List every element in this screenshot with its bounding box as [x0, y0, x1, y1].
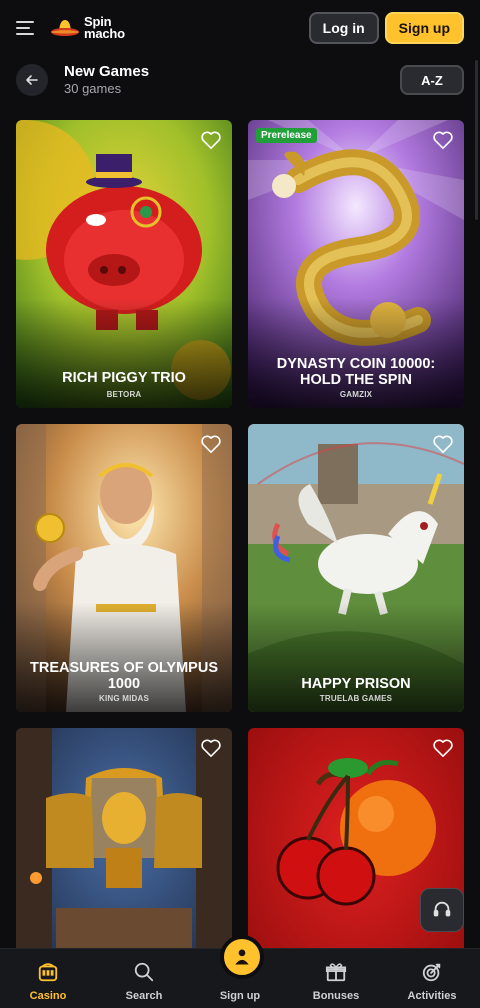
login-button[interactable]: Log in [308, 12, 379, 44]
nav-label: Search [125, 990, 163, 1002]
slot-machine-icon [38, 963, 58, 982]
game-provider: GAMZIX [339, 390, 373, 399]
game-provider: KING MIDAS [99, 694, 149, 703]
game-title: DYNASTY COIN 10000: HOLD THE SPIN [276, 356, 436, 388]
headset-icon [433, 901, 451, 917]
bottom-navigation: Casino Search Sign up Bonuses Activities [0, 935, 480, 1008]
nav-activities[interactable]: Activities [384, 949, 480, 1008]
games-grid: RICH PIGGY TRIO BETORA Prerelease DYNAST… [16, 120, 464, 1008]
top-header: Spin macho Log in Sign up [0, 0, 480, 56]
hamburger-menu-icon[interactable] [16, 16, 40, 40]
support-chat-button[interactable] [420, 888, 464, 932]
arrow-left-icon [26, 75, 38, 85]
search-icon [134, 962, 154, 982]
favorite-heart-icon[interactable] [200, 130, 222, 150]
scrollbar[interactable] [475, 60, 478, 220]
logo[interactable]: Spin macho [50, 14, 125, 41]
game-card[interactable]: Prerelease DYNASTY COIN 10000: HOLD THE … [248, 120, 464, 408]
game-title: TREASURES OF OLYMPUS 1000 [30, 660, 218, 692]
game-provider: BETORA [106, 390, 142, 399]
user-plus-icon [235, 949, 249, 965]
game-provider: TRUELAB GAMES [319, 694, 393, 703]
favorite-heart-icon[interactable] [200, 738, 222, 758]
prerelease-badge: Prerelease [256, 128, 317, 143]
category-header: New Games 30 games A-Z [16, 62, 464, 98]
signup-button[interactable]: Sign up [384, 12, 464, 44]
game-card[interactable]: HAPPY PRISON TRUELAB GAMES [248, 424, 464, 712]
favorite-heart-icon[interactable] [432, 738, 454, 758]
nav-label: Bonuses [312, 990, 360, 1002]
nav-casino[interactable]: Casino [0, 949, 96, 1008]
nav-label: Sign up [219, 990, 261, 1002]
nav-label: Casino [29, 990, 67, 1002]
game-card[interactable]: TREASURES OF OLYMPUS 1000 KING MIDAS [16, 424, 232, 712]
gift-icon [325, 963, 347, 982]
game-card[interactable]: RICH PIGGY TRIO BETORA [16, 120, 232, 408]
favorite-heart-icon[interactable] [200, 434, 222, 454]
game-title: RICH PIGGY TRIO [62, 370, 186, 386]
nav-label: Activities [407, 990, 457, 1002]
target-icon [422, 963, 441, 982]
nav-search[interactable]: Search [96, 949, 192, 1008]
games-count: 30 games [64, 81, 122, 96]
page-title: New Games [64, 63, 150, 80]
logo-text: Spin macho [84, 14, 125, 41]
favorite-heart-icon[interactable] [432, 434, 454, 454]
nav-signup[interactable]: Sign up [192, 935, 288, 1008]
favorite-heart-icon[interactable] [432, 130, 454, 150]
nav-bonuses[interactable]: Bonuses [288, 949, 384, 1008]
game-title: HAPPY PRISON [301, 676, 411, 692]
sombrero-logo-icon [51, 20, 79, 36]
sort-button[interactable]: A-Z [400, 65, 464, 95]
back-button[interactable] [16, 64, 48, 96]
